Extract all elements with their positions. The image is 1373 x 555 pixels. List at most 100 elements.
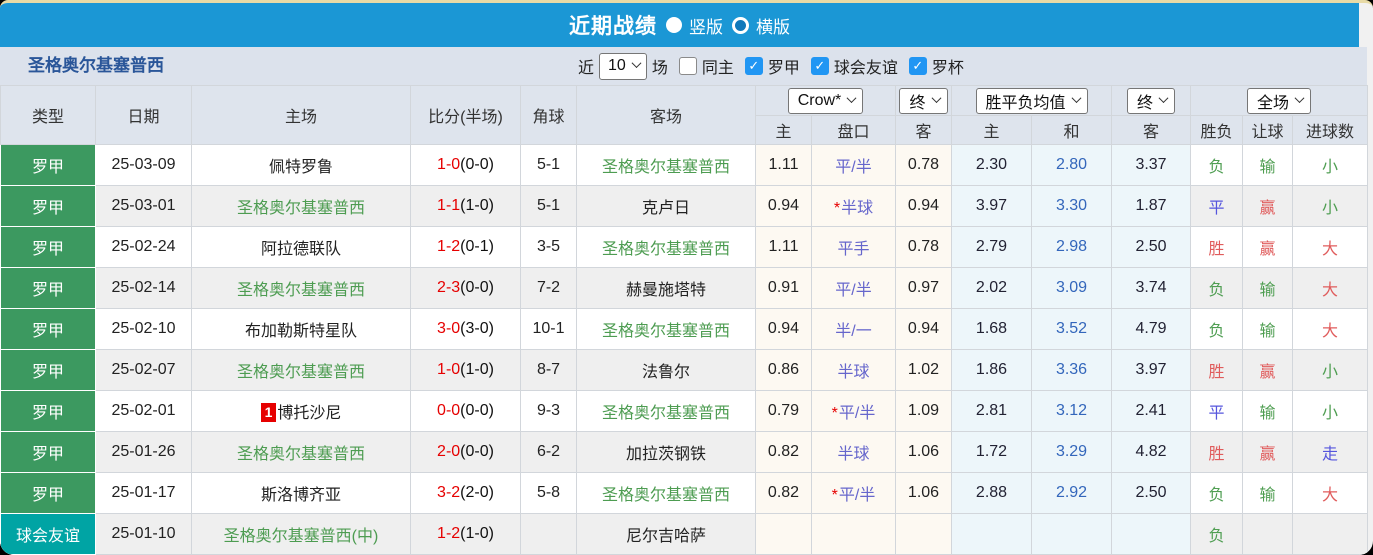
cell-avg-home: 2.79 bbox=[951, 226, 1032, 268]
cell-avg-draw: 3.30 bbox=[1030, 185, 1113, 227]
away-team-name: 加拉茨钢铁 bbox=[625, 446, 706, 463]
away-team-name: 圣格奥尔基塞普西 bbox=[601, 323, 730, 340]
cell-avg-draw: 3.29 bbox=[1030, 431, 1113, 473]
cell-match-type: 罗甲 bbox=[0, 349, 96, 391]
team-name: 圣格奥尔基塞普西 bbox=[28, 56, 164, 75]
cell-corner: 10-1 bbox=[520, 308, 577, 350]
near-label: 近 bbox=[578, 60, 595, 77]
cell-date: 25-02-14 bbox=[95, 267, 192, 309]
fulltime-select[interactable]: 全场 bbox=[1247, 87, 1312, 114]
score-fulltime: 1-2 bbox=[437, 525, 461, 542]
cell-result-goals: 走 bbox=[1292, 431, 1369, 473]
same-home-checkbox[interactable] bbox=[678, 57, 697, 75]
radio-selected-icon bbox=[666, 17, 682, 33]
chevron-down-icon bbox=[846, 92, 857, 103]
page-title: 近期战绩 bbox=[569, 15, 657, 38]
league-label-1: 罗甲 bbox=[767, 60, 800, 77]
col-header-odds-home: 主 bbox=[755, 115, 812, 145]
cell-odds-away: 0.94 bbox=[895, 185, 952, 227]
chevron-down-icon bbox=[1158, 92, 1169, 103]
cell-odds-home: 1.11 bbox=[755, 144, 812, 186]
cell-result-goals: 小 bbox=[1292, 390, 1369, 432]
chevron-down-icon bbox=[1294, 92, 1305, 103]
cell-odds-away: 1.06 bbox=[895, 431, 952, 473]
cell-corner: 6-2 bbox=[520, 431, 577, 473]
cell-avg-away: 2.41 bbox=[1111, 390, 1192, 432]
table-row: 罗甲 25-02-01 1 博托沙尼 0-0(0-0) 9-3 圣格奥尔基塞普西 0.79 *平… bbox=[0, 390, 1369, 432]
final-odds-select-2[interactable]: 终 bbox=[1127, 87, 1176, 114]
away-team-name: 圣格奥尔基塞普西 bbox=[601, 405, 730, 422]
cell-home-team: 圣格奥尔基塞普西 bbox=[191, 431, 411, 473]
cell-result-wdl: 胜 bbox=[1190, 226, 1244, 268]
cell-home-team: 圣格奥尔基塞普西(中) bbox=[191, 513, 411, 555]
league-checkbox-1[interactable] bbox=[744, 57, 763, 75]
handicap-value: 平/半 bbox=[838, 487, 876, 504]
cell-result-goals: 小 bbox=[1292, 185, 1369, 227]
cell-home-team: 布加勒斯特星队 bbox=[191, 308, 411, 350]
cell-handicap bbox=[811, 513, 896, 555]
score-fulltime: 3-0 bbox=[437, 320, 461, 337]
cell-avg-away: 4.82 bbox=[1111, 431, 1192, 473]
cell-home-team: 圣格奥尔基塞普西 bbox=[191, 349, 411, 391]
score-halftime: (0-1) bbox=[460, 238, 494, 255]
cell-score: 0-0(0-0) bbox=[410, 390, 521, 432]
cell-avg-home: 2.30 bbox=[951, 144, 1032, 186]
cell-result-handicap: 输 bbox=[1242, 144, 1294, 186]
home-team-name: 阿拉德联队 bbox=[260, 241, 341, 258]
average-select[interactable]: 胜平负均值 bbox=[975, 87, 1088, 114]
col-header-score: 比分(半场) bbox=[410, 85, 521, 145]
cell-avg-draw: 3.12 bbox=[1030, 390, 1113, 432]
cell-odds-away: 0.94 bbox=[895, 308, 952, 350]
table-row: 罗甲 25-02-07 圣格奥尔基塞普西 1-0(1-0) 8-7 法鲁尔 0.86 半球 1.… bbox=[0, 349, 1369, 391]
cell-odds-away bbox=[895, 513, 952, 555]
cell-handicap: 半球 bbox=[811, 349, 896, 391]
score-halftime: (2-0) bbox=[460, 484, 494, 501]
table-row: 球会友谊 25-01-10 圣格奥尔基塞普西(中) 1-2(1-0) 尼尔吉哈萨 负 bbox=[0, 513, 1369, 555]
cell-score: 1-2(0-1) bbox=[410, 226, 521, 268]
odds-company-select[interactable]: Crow* bbox=[787, 87, 864, 114]
layout-radio-horizontal[interactable]: 横版 bbox=[732, 13, 790, 38]
cell-home-team: 圣格奥尔基塞普西 bbox=[191, 185, 411, 227]
col-header-odds-away: 客 bbox=[895, 115, 952, 145]
radio-unselected-icon bbox=[732, 16, 749, 34]
cell-corner: 5-1 bbox=[520, 185, 577, 227]
cell-result-handicap: 赢 bbox=[1242, 349, 1294, 391]
fulltime-select-value: 全场 bbox=[1257, 94, 1290, 112]
layout-radio-vertical[interactable]: 竖版 bbox=[666, 13, 723, 38]
league-checkbox-3[interactable] bbox=[908, 57, 927, 75]
cell-avg-away: 1.87 bbox=[1111, 185, 1192, 227]
away-team-name: 圣格奥尔基塞普西 bbox=[601, 241, 730, 258]
score-fulltime: 3-2 bbox=[437, 484, 461, 501]
handicap-star: * bbox=[831, 487, 838, 504]
cell-avg-draw: 2.98 bbox=[1030, 226, 1113, 268]
final-odds-value-1: 终 bbox=[909, 94, 926, 112]
cell-match-type: 罗甲 bbox=[0, 308, 96, 350]
cell-corner bbox=[520, 513, 577, 555]
recent-count-select[interactable]: 10 bbox=[599, 52, 647, 80]
cell-result-wdl: 平 bbox=[1190, 390, 1244, 432]
cell-result-goals: 大 bbox=[1292, 267, 1369, 309]
score-fulltime: 2-3 bbox=[437, 279, 461, 296]
cell-score: 1-2(1-0) bbox=[410, 513, 521, 555]
cell-home-team: 斯洛博齐亚 bbox=[191, 472, 411, 514]
score-halftime: (0-0) bbox=[460, 443, 494, 460]
cell-odds-home: 0.82 bbox=[755, 431, 812, 473]
cell-home-team: 佩特罗鲁 bbox=[191, 144, 411, 186]
cell-away-team: 法鲁尔 bbox=[576, 349, 756, 391]
away-team-name: 尼尔吉哈萨 bbox=[625, 528, 706, 545]
final-odds-select-1[interactable]: 终 bbox=[899, 87, 948, 114]
col-header-avg-home: 主 bbox=[951, 115, 1032, 145]
cell-result-goals: 大 bbox=[1292, 308, 1369, 350]
cell-corner: 3-5 bbox=[520, 226, 577, 268]
cell-handicap: *平/半 bbox=[811, 390, 896, 432]
cell-date: 25-02-07 bbox=[95, 349, 192, 391]
cell-odds-away: 1.09 bbox=[895, 390, 952, 432]
header-cell-average: 胜平负均值 bbox=[950, 85, 1113, 116]
col-header-avg-draw: 和 bbox=[1030, 115, 1113, 145]
score-fulltime: 1-1 bbox=[437, 197, 461, 214]
league-checkbox-2[interactable] bbox=[810, 57, 829, 75]
cell-away-team: 尼尔吉哈萨 bbox=[576, 513, 756, 555]
score-fulltime: 0-0 bbox=[437, 402, 461, 419]
cell-score: 3-0(3-0) bbox=[410, 308, 521, 350]
cell-home-team: 圣格奥尔基塞普西 bbox=[191, 267, 411, 309]
